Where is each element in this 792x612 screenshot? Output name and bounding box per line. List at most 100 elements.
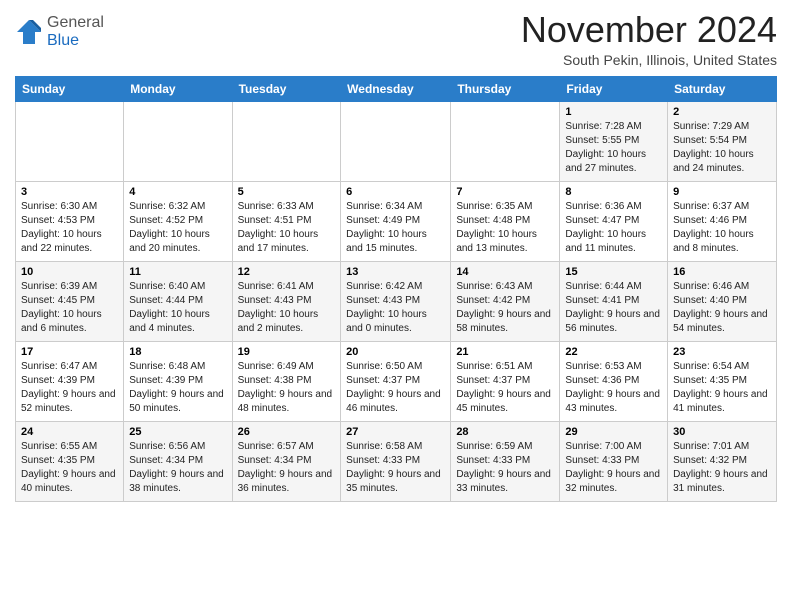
weekday-header-tuesday: Tuesday [232, 76, 341, 101]
calendar-header-row: SundayMondayTuesdayWednesdayThursdayFrid… [16, 76, 777, 101]
calendar-cell: 7 Sunrise: 6:35 AMSunset: 4:48 PMDaylight… [451, 181, 560, 261]
day-info: Sunrise: 6:59 AMSunset: 4:33 PMDaylight:… [456, 440, 554, 496]
day-number: 20 [346, 346, 445, 358]
weekday-header-thursday: Thursday [451, 76, 560, 101]
calendar-cell: 25 Sunrise: 6:56 AMSunset: 4:34 PMDayligh… [124, 421, 232, 501]
day-number: 23 [673, 346, 771, 358]
calendar-cell: 29 Sunrise: 7:00 AMSunset: 4:33 PMDayligh… [560, 421, 668, 501]
calendar-week-4: 17Sunrise: 6:47 AMSunset: 4:39 PMDayligh… [16, 341, 777, 421]
calendar-cell: 20 Sunrise: 6:50 AMSunset: 4:37 PMDayligh… [341, 341, 451, 421]
header: General Blue November 2024 South Pekin, … [15, 10, 777, 68]
page: General Blue November 2024 South Pekin, … [0, 0, 792, 612]
day-number: 22 [565, 346, 662, 358]
day-info: Sunrise: 6:54 AMSunset: 4:35 PMDaylight:… [673, 360, 771, 416]
day-number: 4 [129, 186, 226, 198]
day-info: Sunrise: 6:34 AMSunset: 4:49 PMDaylight:… [346, 200, 445, 256]
day-number: 2 [673, 106, 771, 118]
calendar-cell: 26Sunrise: 6:57 AMSunset: 4:34 PMDayligh… [232, 421, 341, 501]
day-info: Sunrise: 6:53 AMSunset: 4:36 PMDaylight:… [565, 360, 662, 416]
calendar-cell: 23 Sunrise: 6:54 AMSunset: 4:35 PMDayligh… [668, 341, 777, 421]
location: South Pekin, Illinois, United States [521, 52, 777, 68]
day-number: 3 [21, 186, 118, 198]
calendar-week-5: 24Sunrise: 6:55 AMSunset: 4:35 PMDayligh… [16, 421, 777, 501]
day-number: 30 [673, 426, 771, 438]
calendar-cell: 16 Sunrise: 6:46 AMSunset: 4:40 PMDayligh… [668, 261, 777, 341]
day-info: Sunrise: 6:58 AMSunset: 4:33 PMDaylight:… [346, 440, 445, 496]
day-number: 12 [238, 266, 336, 278]
calendar-cell: 4 Sunrise: 6:32 AMSunset: 4:52 PMDaylight… [124, 181, 232, 261]
day-info: Sunrise: 6:39 AMSunset: 4:45 PMDaylight:… [21, 280, 118, 336]
day-info: Sunrise: 6:37 AMSunset: 4:46 PMDaylight:… [673, 200, 771, 256]
calendar-week-2: 3 Sunrise: 6:30 AMSunset: 4:53 PMDaylight… [16, 181, 777, 261]
day-number: 14 [456, 266, 554, 278]
calendar-cell [451, 101, 560, 181]
calendar-cell: 19Sunrise: 6:49 AMSunset: 4:38 PMDayligh… [232, 341, 341, 421]
day-info: Sunrise: 6:51 AMSunset: 4:37 PMDaylight:… [456, 360, 554, 416]
day-info: Sunrise: 6:50 AMSunset: 4:37 PMDaylight:… [346, 360, 445, 416]
day-number: 5 [238, 186, 336, 198]
calendar-cell: 5 Sunrise: 6:33 AMSunset: 4:51 PMDaylight… [232, 181, 341, 261]
calendar-week-1: 1 Sunrise: 7:28 AMSunset: 5:55 PMDaylight… [16, 101, 777, 181]
calendar-cell [232, 101, 341, 181]
calendar-cell: 8 Sunrise: 6:36 AMSunset: 4:47 PMDaylight… [560, 181, 668, 261]
day-number: 16 [673, 266, 771, 278]
calendar-cell: 13Sunrise: 6:42 AMSunset: 4:43 PMDayligh… [341, 261, 451, 341]
day-number: 29 [565, 426, 662, 438]
day-info: Sunrise: 6:48 AMSunset: 4:39 PMDaylight:… [129, 360, 226, 416]
calendar-cell: 24Sunrise: 6:55 AMSunset: 4:35 PMDayligh… [16, 421, 124, 501]
calendar-cell [16, 101, 124, 181]
day-info: Sunrise: 6:32 AMSunset: 4:52 PMDaylight:… [129, 200, 226, 256]
day-info: Sunrise: 7:28 AMSunset: 5:55 PMDaylight:… [565, 120, 662, 176]
day-info: Sunrise: 6:33 AMSunset: 4:51 PMDaylight:… [238, 200, 336, 256]
calendar-cell: 21 Sunrise: 6:51 AMSunset: 4:37 PMDayligh… [451, 341, 560, 421]
day-number: 7 [456, 186, 554, 198]
day-number: 8 [565, 186, 662, 198]
calendar-cell: 17Sunrise: 6:47 AMSunset: 4:39 PMDayligh… [16, 341, 124, 421]
calendar-cell: 28Sunrise: 6:59 AMSunset: 4:33 PMDayligh… [451, 421, 560, 501]
day-number: 21 [456, 346, 554, 358]
day-info: Sunrise: 6:46 AMSunset: 4:40 PMDaylight:… [673, 280, 771, 336]
calendar-cell: 30Sunrise: 7:01 AMSunset: 4:32 PMDayligh… [668, 421, 777, 501]
weekday-header-sunday: Sunday [16, 76, 124, 101]
calendar-cell: 9 Sunrise: 6:37 AMSunset: 4:46 PMDaylight… [668, 181, 777, 261]
day-number: 15 [565, 266, 662, 278]
day-number: 9 [673, 186, 771, 198]
day-info: Sunrise: 6:35 AMSunset: 4:48 PMDaylight:… [456, 200, 554, 256]
day-info: Sunrise: 6:41 AMSunset: 4:43 PMDaylight:… [238, 280, 336, 336]
logo-general-text: General [47, 14, 104, 31]
day-info: Sunrise: 6:42 AMSunset: 4:43 PMDaylight:… [346, 280, 445, 336]
weekday-header-wednesday: Wednesday [341, 76, 451, 101]
calendar-cell: 11 Sunrise: 6:40 AMSunset: 4:44 PMDayligh… [124, 261, 232, 341]
day-info: Sunrise: 6:55 AMSunset: 4:35 PMDaylight:… [21, 440, 118, 496]
calendar-cell: 12 Sunrise: 6:41 AMSunset: 4:43 PMDayligh… [232, 261, 341, 341]
month-title: November 2024 [521, 10, 777, 50]
calendar-cell: 27 Sunrise: 6:58 AMSunset: 4:33 PMDayligh… [341, 421, 451, 501]
logo-blue-text: Blue [47, 32, 79, 49]
calendar-cell: 15 Sunrise: 6:44 AMSunset: 4:41 PMDayligh… [560, 261, 668, 341]
day-number: 18 [129, 346, 226, 358]
day-info: Sunrise: 6:56 AMSunset: 4:34 PMDaylight:… [129, 440, 226, 496]
calendar-week-3: 10Sunrise: 6:39 AMSunset: 4:45 PMDayligh… [16, 261, 777, 341]
day-info: Sunrise: 6:36 AMSunset: 4:47 PMDaylight:… [565, 200, 662, 256]
day-info: Sunrise: 6:40 AMSunset: 4:44 PMDaylight:… [129, 280, 226, 336]
calendar-cell [124, 101, 232, 181]
day-number: 27 [346, 426, 445, 438]
logo: General Blue [15, 14, 104, 50]
calendar-cell: 3 Sunrise: 6:30 AMSunset: 4:53 PMDaylight… [16, 181, 124, 261]
weekday-header-friday: Friday [560, 76, 668, 101]
calendar-cell: 22 Sunrise: 6:53 AMSunset: 4:36 PMDayligh… [560, 341, 668, 421]
calendar-cell: 18 Sunrise: 6:48 AMSunset: 4:39 PMDayligh… [124, 341, 232, 421]
day-info: Sunrise: 6:49 AMSunset: 4:38 PMDaylight:… [238, 360, 336, 416]
day-number: 26 [238, 426, 336, 438]
calendar-cell: 14Sunrise: 6:43 AMSunset: 4:42 PMDayligh… [451, 261, 560, 341]
day-info: Sunrise: 6:44 AMSunset: 4:41 PMDaylight:… [565, 280, 662, 336]
day-number: 25 [129, 426, 226, 438]
day-info: Sunrise: 6:30 AMSunset: 4:53 PMDaylight:… [21, 200, 118, 256]
day-number: 11 [129, 266, 226, 278]
day-number: 1 [565, 106, 662, 118]
day-info: Sunrise: 6:47 AMSunset: 4:39 PMDaylight:… [21, 360, 118, 416]
day-info: Sunrise: 7:00 AMSunset: 4:33 PMDaylight:… [565, 440, 662, 496]
weekday-header-saturday: Saturday [668, 76, 777, 101]
day-info: Sunrise: 7:29 AMSunset: 5:54 PMDaylight:… [673, 120, 771, 176]
calendar-table: SundayMondayTuesdayWednesdayThursdayFrid… [15, 76, 777, 502]
